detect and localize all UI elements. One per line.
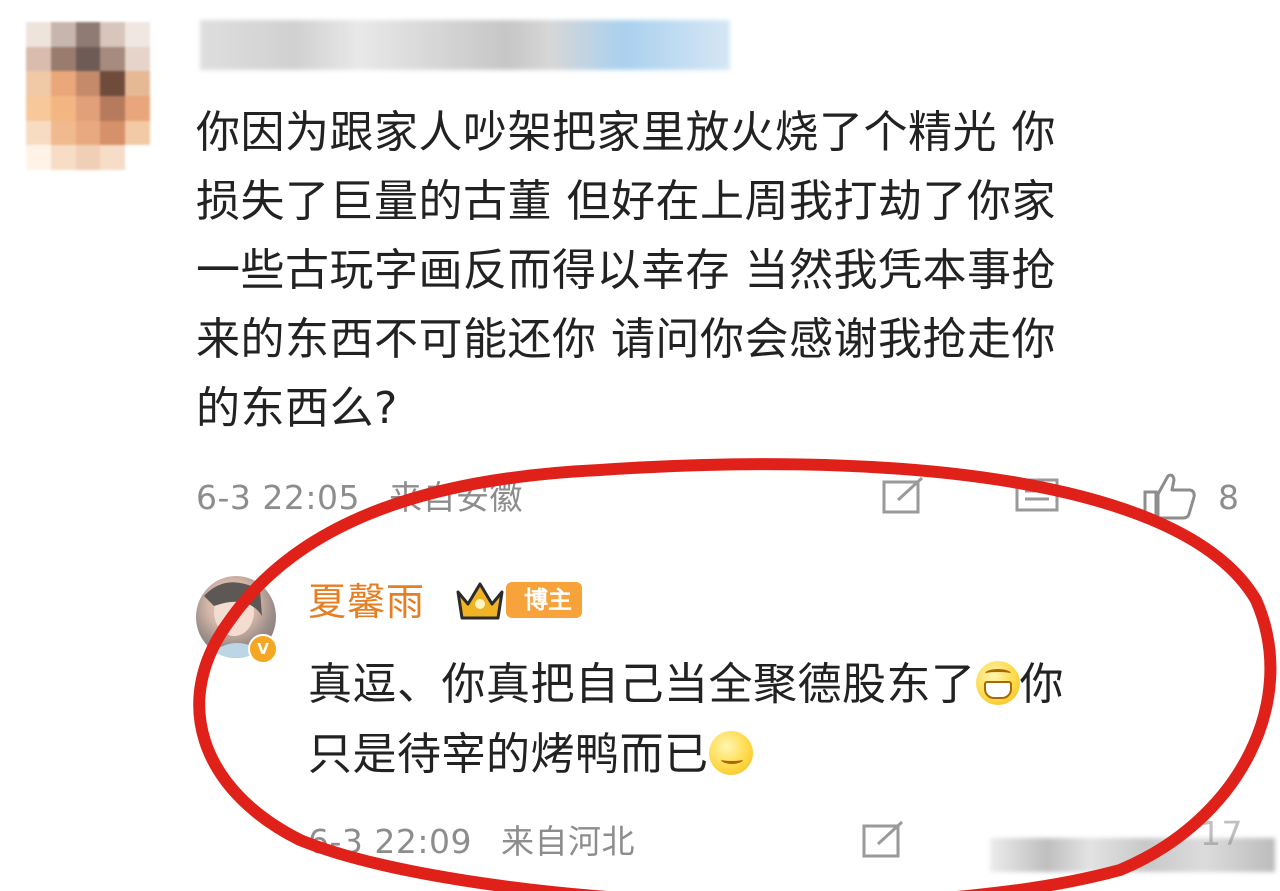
crown-icon <box>454 578 506 622</box>
host-badge: 博主 <box>506 582 582 618</box>
share-icon[interactable] <box>860 818 908 862</box>
grin-emoji <box>975 661 1020 705</box>
verified-v-icon: V <box>248 634 278 664</box>
comment-body: 你因为跟家人吵架把家里放火烧了个精光 你 损失了巨量的古董 但好在上周我打劫了你… <box>196 98 1246 443</box>
comment-line: 的东西么? <box>196 383 398 434</box>
reply-line-part: 你 <box>1019 659 1064 710</box>
reply-timestamp: 6-3 22:09 <box>308 822 472 861</box>
blurred-username[interactable] <box>200 20 730 70</box>
smirk-emoji <box>708 731 753 775</box>
reply-line: 真逗、你真把自己当全聚德股东了你 <box>308 650 1208 720</box>
reply-line-part: 真逗、你真把自己当全聚德股东了 <box>308 659 976 710</box>
reply-line-part: 只是待宰的烤鸭而已 <box>308 729 709 780</box>
reply-meta: 6-3 22:09 来自河北 <box>308 822 635 862</box>
comment-line: 一些古玩字画反而得以幸存 当然我凭本事抢 <box>196 245 1056 296</box>
comment-like-count: 8 <box>1218 478 1240 517</box>
share-icon[interactable] <box>880 474 928 518</box>
reply-author-name[interactable]: 夏馨雨 <box>308 578 425 626</box>
comment-source: 来自安徽 <box>389 478 523 517</box>
comment-timestamp: 6-3 22:05 <box>196 478 360 517</box>
reply-source: 来自河北 <box>501 822 635 861</box>
reply-body: 真逗、你真把自己当全聚德股东了你 只是待宰的烤鸭而已 <box>308 650 1208 790</box>
blurred-avatar[interactable] <box>26 22 150 170</box>
thumbs-up-icon[interactable] <box>1142 470 1198 522</box>
comment-meta: 6-3 22:05 来自安徽 <box>196 478 523 518</box>
comment-line: 来的东西不可能还你 请问你会感谢我抢走你 <box>196 314 1056 365</box>
comment-icon[interactable] <box>1014 474 1062 518</box>
comment-line: 损失了巨量的古董 但好在上周我打劫了你家 <box>196 176 1056 227</box>
reply-line: 只是待宰的烤鸭而已 <box>308 720 1208 790</box>
reply-like-count: 17 <box>1200 814 1243 853</box>
comment-line: 你因为跟家人吵架把家里放火烧了个精光 你 <box>196 107 1056 158</box>
